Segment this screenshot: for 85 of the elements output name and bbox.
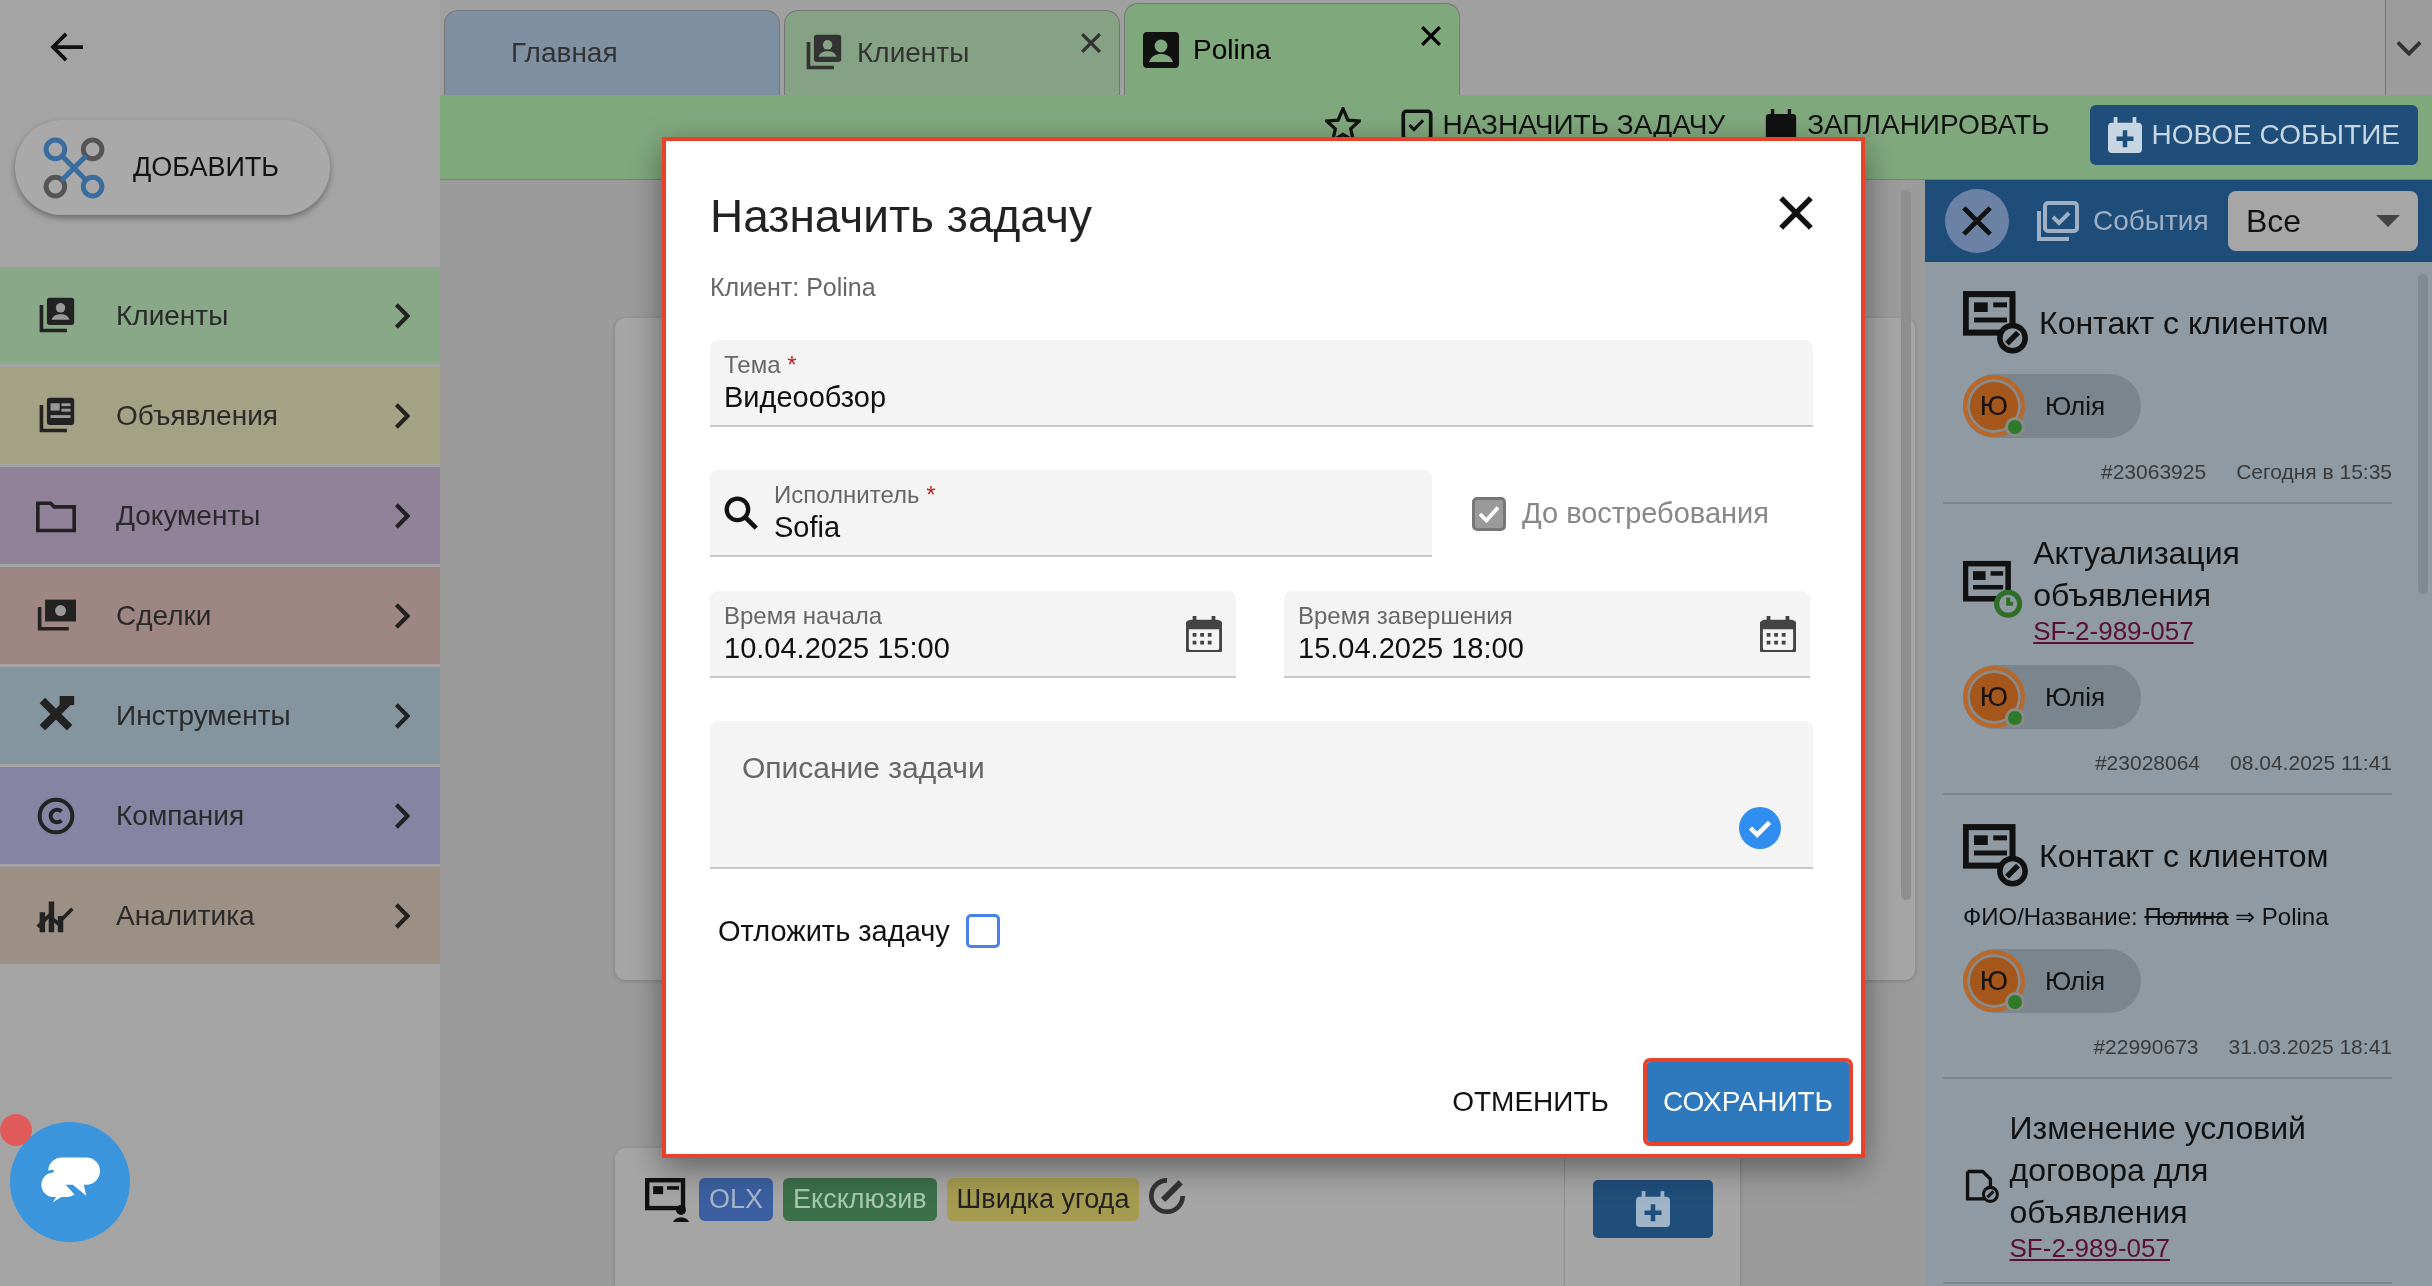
calendar-icon — [1760, 615, 1796, 652]
close-tab-icon[interactable] — [1081, 33, 1101, 53]
search-icon — [724, 495, 758, 530]
checkbox[interactable] — [965, 914, 1000, 948]
sidebar-item[interactable]: Документы — [0, 467, 440, 564]
listing-link[interactable]: SF-2-989-057 — [2009, 1233, 2392, 1264]
chevron-right-icon — [394, 902, 410, 929]
sidebar-item[interactable]: Объявления — [0, 367, 440, 464]
text-input[interactable]: 10.04.2025 15:00 — [724, 632, 1170, 665]
event-title: Изменение условий договора для объявления — [2009, 1110, 2306, 1230]
tag: Швидка угода — [946, 1177, 1140, 1221]
user-chip[interactable]: Ю Юлія — [1963, 374, 2142, 438]
avatar: Ю — [1963, 375, 2025, 437]
change-text: ФИО/Название: Полина ⇒ Polina — [1963, 903, 2330, 931]
text-area[interactable]: Описание задачи — [710, 721, 1813, 867]
calendar-plus-icon — [1635, 1190, 1670, 1227]
text-field[interactable]: Время начала 10.04.2025 15:00 — [710, 591, 1236, 678]
event-date: 08.04.2025 11:41 — [2230, 751, 2392, 775]
event-id: #22990673 — [2093, 1035, 2199, 1059]
field-label: Тема * — [724, 351, 797, 379]
tab[interactable]: Polina — [1124, 3, 1460, 95]
calendar-icon — [1186, 615, 1222, 652]
tabs-dropdown[interactable] — [2385, 0, 2432, 95]
user-chip[interactable]: Ю Юлія — [1963, 949, 2142, 1013]
field-label: Исполнитель * — [774, 481, 936, 509]
panel-title: События — [2093, 205, 2210, 237]
check-circle-icon — [1739, 807, 1781, 849]
add-button[interactable]: ДОБАВИТЬ — [15, 120, 330, 215]
text-field[interactable]: Исполнитель * Sofia — [710, 470, 1432, 557]
sidebar-item[interactable]: Инструменты — [0, 667, 440, 764]
tag: Ексклюзив — [783, 1177, 937, 1221]
chevron-right-icon — [394, 602, 410, 629]
sidebar-item[interactable]: Аналитика — [0, 867, 440, 964]
chevron-right-icon — [394, 302, 410, 329]
client-label: Клиент: Polina — [710, 273, 877, 302]
dropdown-triangle-icon — [2376, 215, 2400, 227]
edit-icon — [1149, 1177, 1186, 1214]
text-input[interactable]: Видеообзор — [724, 381, 1799, 414]
new-event-button[interactable]: НОВОЕ СОБЫТИЕ — [2089, 105, 2418, 165]
avatar: Ю — [1963, 950, 2025, 1012]
person-card-icon — [1143, 31, 1179, 68]
event-title: Контакт с клиентом — [2039, 838, 2329, 874]
tab[interactable]: Главная — [444, 10, 780, 95]
field-label: Время начала — [724, 602, 883, 630]
field-label: Время завершения — [1298, 602, 1513, 630]
user-chip[interactable]: Ю Юлія — [1963, 665, 2142, 729]
checkbox-label: Отложить задачу — [718, 914, 950, 948]
add-event-button[interactable] — [1592, 1179, 1713, 1238]
filter-select[interactable]: Все — [2228, 191, 2418, 251]
close-tab-icon[interactable] — [1421, 26, 1441, 46]
cancel-button[interactable]: ОТМЕНИТЬ — [1436, 1062, 1625, 1142]
sidebar-item[interactable]: Клиенты — [0, 267, 440, 364]
text-input[interactable]: 15.04.2025 18:00 — [1298, 632, 1744, 665]
check-icon — [1478, 504, 1500, 523]
calendar-check-icon — [2037, 200, 2079, 242]
close-icon — [1779, 195, 1813, 230]
avatar: Ю — [1963, 666, 2025, 728]
close-icon — [1962, 206, 1992, 236]
chevron-right-icon — [394, 502, 410, 529]
event-title: Актуализация объявления — [2033, 535, 2240, 613]
calendar-plus-icon — [2107, 117, 2142, 153]
document-edit-icon — [1963, 823, 2029, 889]
text-field[interactable]: Тема * Видеообзор — [710, 340, 1813, 427]
chevron-right-icon — [394, 702, 410, 729]
sidebar-item[interactable]: Сделки — [0, 567, 440, 664]
copyright-icon — [36, 795, 76, 836]
molecule-logo-icon — [43, 136, 105, 199]
listing-person-icon — [645, 1177, 689, 1222]
text-field[interactable]: Время завершения 15.04.2025 18:00 — [1284, 591, 1810, 678]
event-id: #23063925 — [2101, 460, 2207, 484]
chevron-down-icon — [2396, 39, 2422, 56]
event-id: #23028064 — [2094, 751, 2201, 775]
sidebar-item[interactable]: Компания — [0, 767, 440, 864]
dialog-title: Назначить задачу — [710, 189, 1092, 243]
text-input[interactable]: Sofia — [774, 511, 1418, 544]
event-date: 31.03.2025 18:41 — [2228, 1035, 2392, 1059]
document-edit-icon — [1963, 290, 2029, 356]
tab[interactable]: Клиенты — [784, 10, 1120, 95]
listing-link[interactable]: SF-2-989-057 — [2033, 616, 2392, 647]
chevron-right-icon — [394, 802, 410, 829]
tag: OLX — [699, 1177, 774, 1221]
event-title: Контакт с клиентом — [2039, 305, 2329, 341]
chevron-right-icon — [394, 402, 410, 429]
event-date: Сегодня в 15:35 — [2236, 460, 2392, 484]
checkbox-label: До востребования — [1522, 497, 1769, 530]
